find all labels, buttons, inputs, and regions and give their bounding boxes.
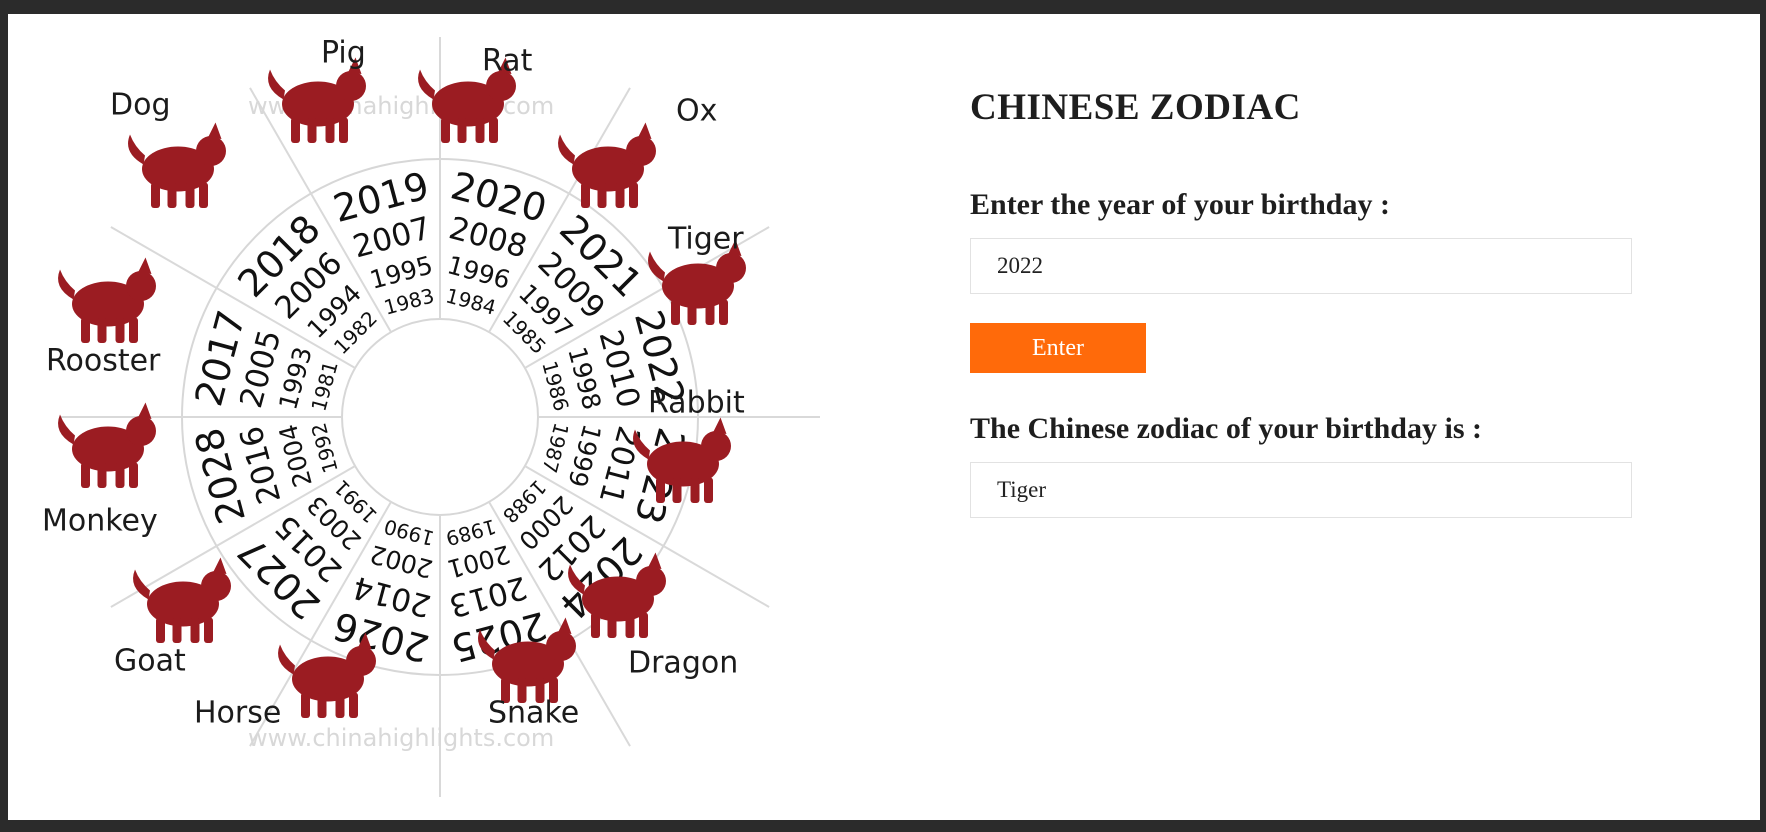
animal-name-rabbit: Rabbit bbox=[648, 386, 745, 421]
animal-name-rooster: Rooster bbox=[46, 344, 161, 379]
app-frame: www.chinahighlights.com www.chinahighligh… bbox=[8, 14, 1760, 820]
animal-name-ox: Ox bbox=[676, 94, 717, 129]
zodiac-wheel-image: www.chinahighlights.com www.chinahighligh… bbox=[8, 14, 888, 820]
animal-name-goat: Goat bbox=[114, 644, 186, 679]
rooster-silhouette-icon bbox=[58, 257, 156, 343]
dog-silhouette-icon bbox=[128, 122, 226, 208]
animal-name-snake: Snake bbox=[488, 696, 579, 731]
animal-name-tiger: Tiger bbox=[667, 222, 744, 257]
year-label: Enter the year of your birthday : bbox=[970, 188, 1390, 221]
animal-name-monkey: Monkey bbox=[42, 504, 158, 539]
animal-name-rat: Rat bbox=[482, 44, 533, 79]
goat-silhouette-icon bbox=[133, 557, 231, 643]
enter-button[interactable]: Enter bbox=[970, 323, 1146, 373]
horse-silhouette-icon bbox=[278, 632, 376, 718]
monkey-silhouette-icon bbox=[58, 402, 156, 488]
result-label: The Chinese zodiac of your birthday is : bbox=[970, 412, 1482, 445]
animal-name-horse: Horse bbox=[194, 696, 281, 731]
animal-name-dragon: Dragon bbox=[628, 646, 738, 681]
result-output: Tiger bbox=[970, 462, 1632, 518]
page-title: CHINESE ZODIAC bbox=[970, 87, 1301, 128]
zodiac-wheel: www.chinahighlights.comwww.chinahighligh… bbox=[42, 36, 820, 797]
year-input[interactable] bbox=[970, 238, 1632, 294]
wheel-inner-ring bbox=[341, 318, 539, 516]
animal-name-pig: Pig bbox=[321, 36, 366, 71]
animal-name-dog: Dog bbox=[110, 88, 171, 123]
